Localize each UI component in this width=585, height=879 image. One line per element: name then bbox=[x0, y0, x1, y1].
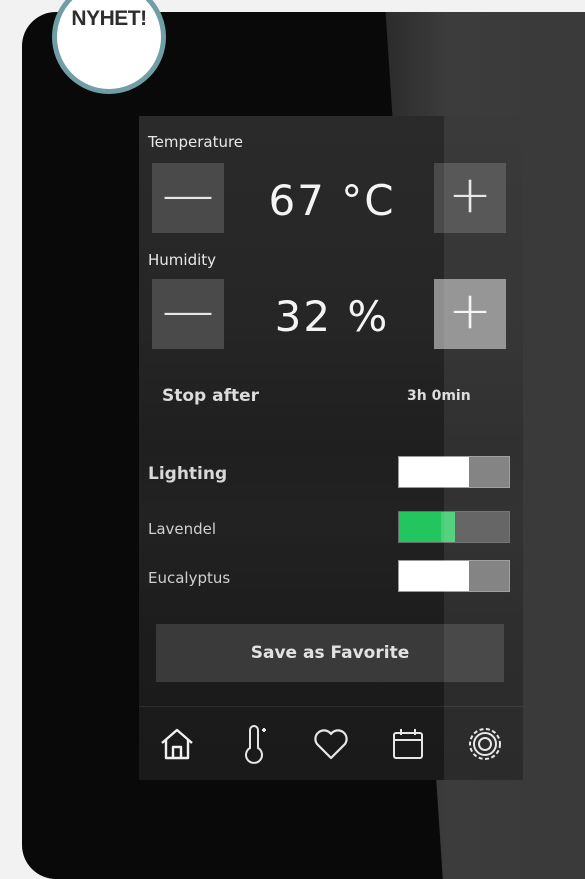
toggle-knob bbox=[399, 512, 455, 542]
humidity-decrease-button[interactable]: — bbox=[152, 279, 224, 349]
nav-home[interactable] bbox=[153, 720, 201, 768]
home-icon bbox=[161, 728, 194, 760]
temperature-label: Temperature bbox=[148, 133, 244, 151]
nav-temperature[interactable] bbox=[230, 720, 278, 768]
device-frame: Temperature — 67 °C + Humidity — 32 % + … bbox=[22, 12, 585, 879]
nav-schedule[interactable] bbox=[384, 720, 432, 768]
thermometer-icon bbox=[245, 725, 267, 764]
lavendel-toggle[interactable] bbox=[398, 511, 510, 543]
stop-after-value[interactable]: 3h 0min bbox=[407, 388, 471, 404]
toggle-knob bbox=[399, 457, 469, 487]
minus-icon: — bbox=[162, 165, 214, 225]
humidity-increase-button[interactable]: + bbox=[434, 279, 506, 349]
gear-icon bbox=[468, 728, 501, 760]
humidity-value: 32 % bbox=[274, 292, 390, 341]
minus-icon: — bbox=[162, 281, 214, 341]
temperature-decrease-button[interactable]: — bbox=[152, 163, 224, 233]
eucalyptus-toggle[interactable] bbox=[398, 560, 510, 592]
humidity-label: Humidity bbox=[148, 251, 217, 269]
eucalyptus-label: Eucalyptus bbox=[148, 569, 231, 587]
bottom-nav bbox=[139, 706, 523, 780]
toggle-knob bbox=[399, 561, 469, 591]
heart-icon bbox=[314, 729, 348, 760]
temperature-value: 67 °C bbox=[268, 176, 396, 225]
plus-icon: + bbox=[448, 281, 492, 341]
touch-screen: Temperature — 67 °C + Humidity — 32 % + … bbox=[139, 116, 523, 780]
nav-favorites[interactable] bbox=[307, 720, 355, 768]
lighting-toggle[interactable] bbox=[398, 456, 510, 488]
temperature-increase-button[interactable]: + bbox=[434, 163, 506, 233]
new-badge-text: NYHET! bbox=[71, 7, 147, 30]
plus-icon: + bbox=[448, 165, 492, 225]
lavendel-label: Lavendel bbox=[148, 520, 217, 538]
nav-settings[interactable] bbox=[461, 720, 509, 768]
lighting-label: Lighting bbox=[148, 464, 228, 484]
save-favorite-button[interactable]: Save as Favorite bbox=[156, 624, 504, 682]
calendar-icon bbox=[392, 729, 423, 759]
stop-after-label: Stop after bbox=[162, 386, 260, 406]
